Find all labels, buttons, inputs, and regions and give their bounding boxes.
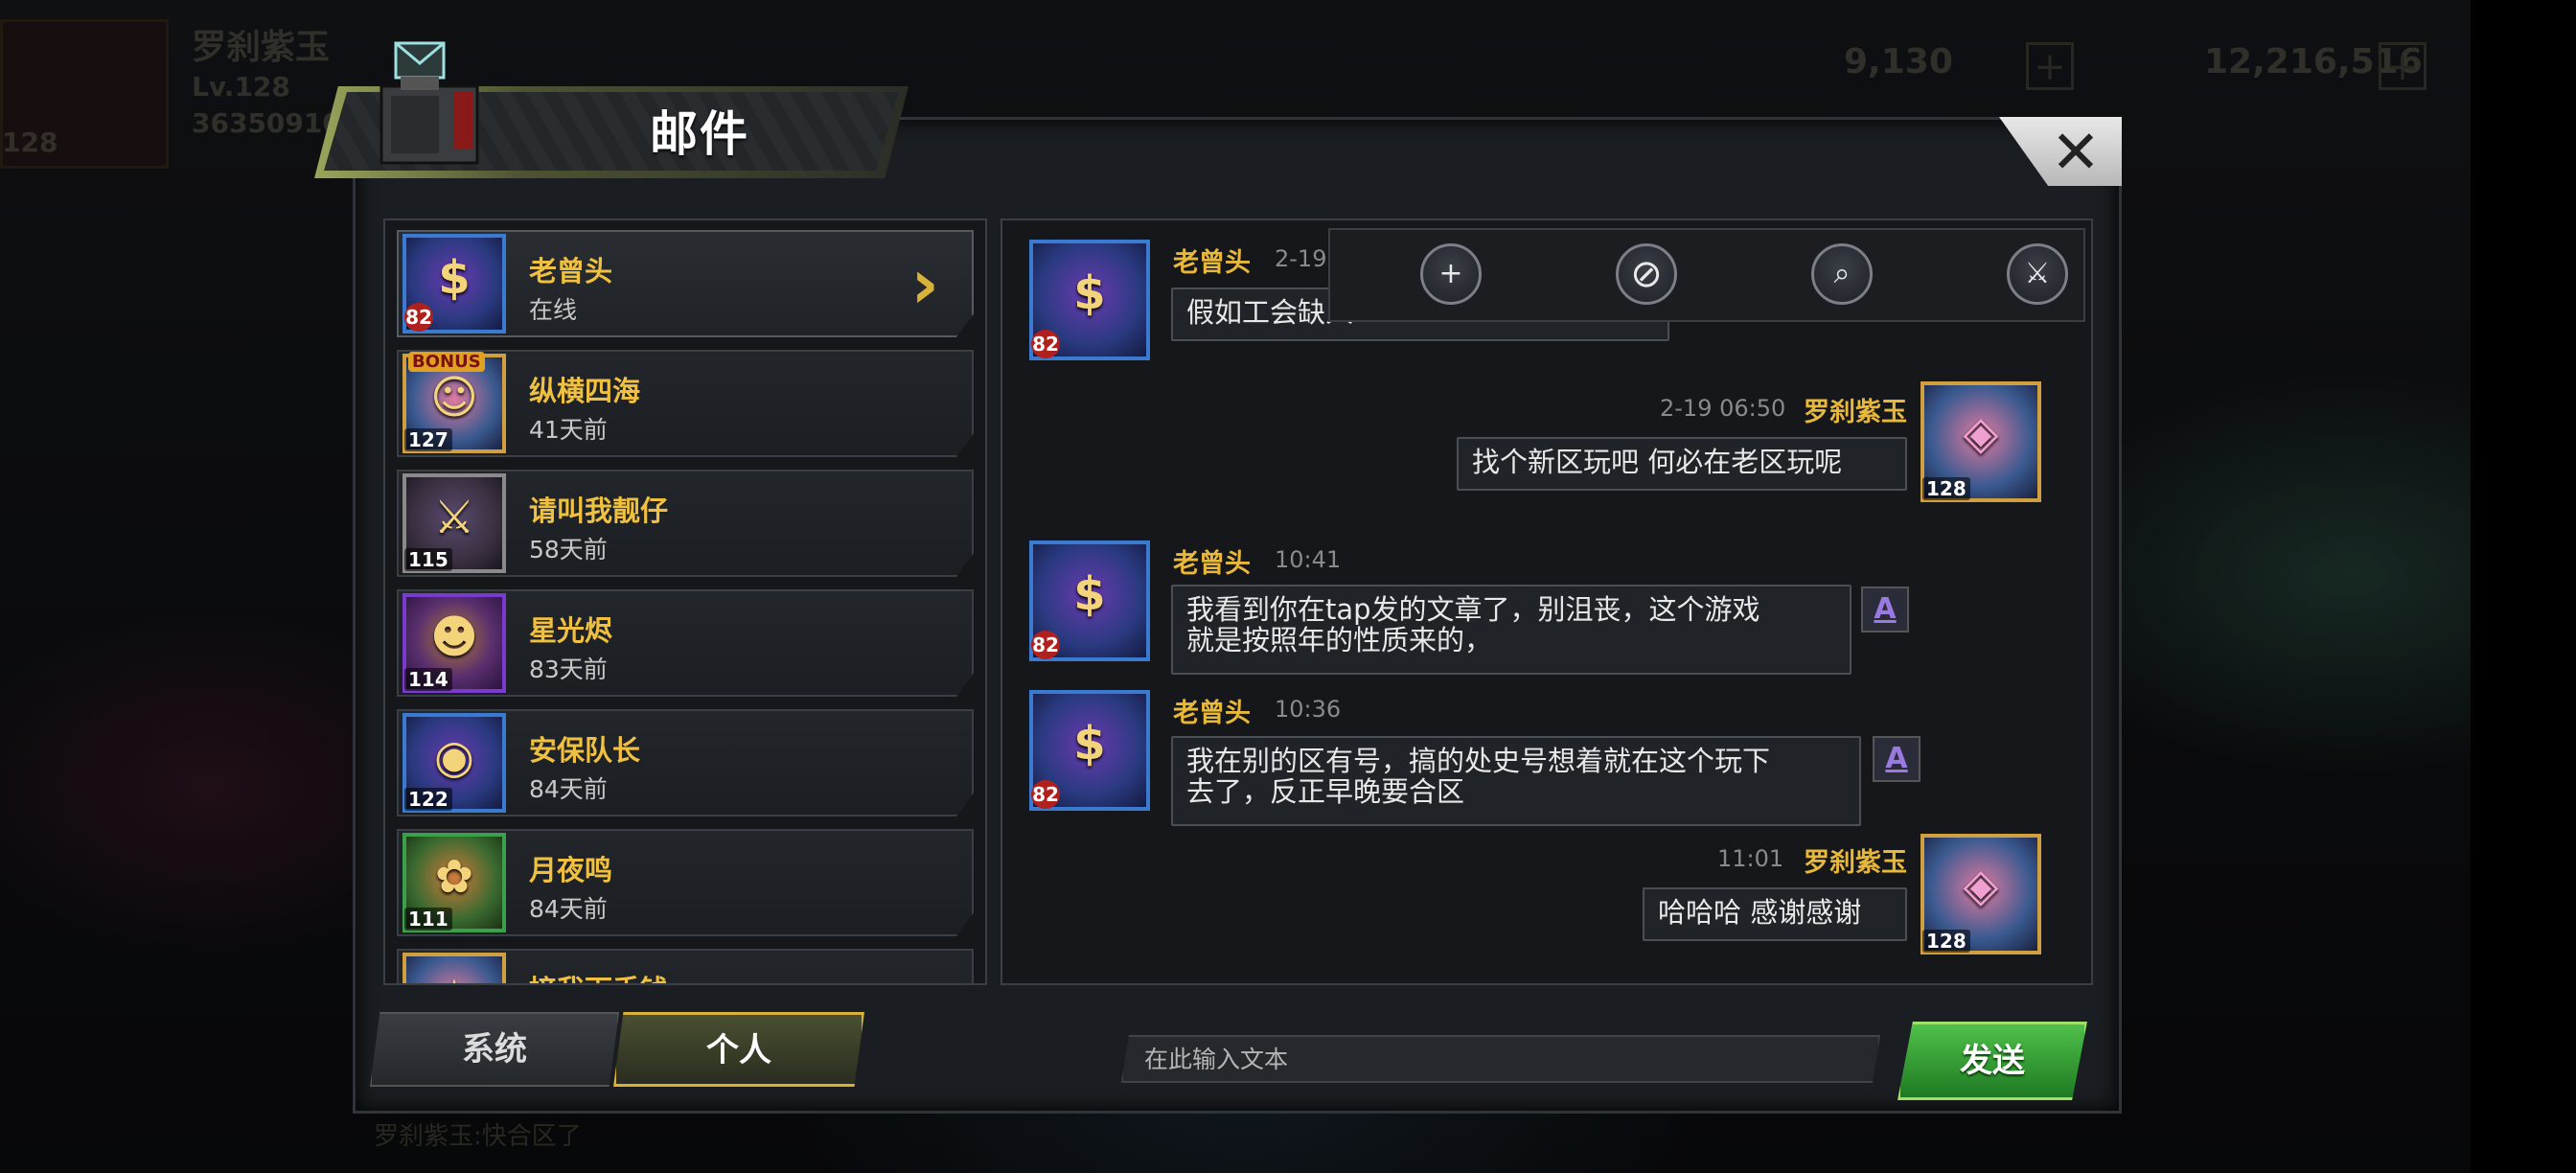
level-badge: 128 [1922,477,1970,500]
contact-item-2[interactable]: ⚔ 115 请叫我靓仔 58天前 [397,470,974,577]
bonus-tag: BONUS [408,352,485,372]
message-time: 10:36 [1275,696,1342,723]
contact-avatar: ✿ 111 [402,833,506,932]
contact-avatar: ◉ 122 [402,713,506,813]
contact-item-0[interactable]: $ 82 老曾头 在线 › [397,230,974,337]
money-bag-icon: $ [1073,717,1106,770]
tab-system[interactable]: 系统 [370,1012,619,1087]
level-badge: 82 [1031,631,1060,659]
message-time: 2-19 [1275,245,1327,272]
contact-status: 在线 [529,296,578,324]
message-line: 去了，反正早晚要合区 [1186,775,1465,808]
sender-name: 老曾头 [1173,549,1251,579]
money-bag-icon: $ [1073,567,1106,621]
creature-icon: ✿ [434,850,474,904]
message-time: 2-19 06:50 [1660,395,1786,422]
star-icon: ★ [402,970,506,983]
translate-button[interactable]: A [1861,586,1909,632]
money-bag-icon: $ [1073,266,1106,320]
sender-name: 老曾头 [1173,699,1251,728]
contact-item-6[interactable]: ★ 接我下手钱 [397,949,974,983]
sender-avatar[interactable]: $ 82 [1029,240,1150,360]
message-time: 10:41 [1275,546,1342,573]
sender-name: 罗刹紫玉 [1804,398,1907,427]
contact-item-4[interactable]: ◉ 122 安保队长 84天前 [397,709,974,816]
contact-name: 接我下手钱 [529,968,668,983]
dialog-title: 邮件 [650,106,749,162]
contact-list[interactable]: $ 82 老曾头 在线 › BONUS ☺ 127 纵横四海 41天前 ⚔ 11… [383,218,987,985]
contact-status: 84天前 [529,895,608,923]
message-line: 就是按照年的性质来的， [1186,624,1493,656]
monster-icon: ☻ [429,610,479,664]
sender-name: 罗刹紫玉 [1804,848,1907,878]
sender-avatar[interactable]: $ 82 [1029,690,1150,811]
sender-name: 老曾头 [1173,248,1251,278]
tab-personal[interactable]: 个人 [613,1012,864,1087]
contact-avatar: ☻ 114 [402,593,506,693]
contact-item-1[interactable]: BONUS ☺ 127 纵横四海 41天前 [397,350,974,457]
message-input[interactable] [1121,1035,1880,1083]
message-bubble[interactable]: 哈哈哈 感谢感谢 [1643,887,1907,941]
contact-item-3[interactable]: ☻ 114 星光烬 83天前 [397,589,974,697]
level-badge: 82 [404,303,433,332]
contact-status: 58天前 [529,536,608,564]
search-icon[interactable]: ⌕ [1811,243,1873,305]
translate-button[interactable]: A [1873,736,1920,782]
contact-avatar: ★ [402,953,506,983]
level-badge: 115 [404,548,452,571]
message-line: 我看到你在tap发的文章了，别沮丧，这个游戏 [1186,593,1760,626]
sender-avatar[interactable]: $ 82 [1029,540,1150,661]
contact-name: 请叫我靓仔 [529,494,669,527]
sword-icon[interactable]: ⚔ [2007,243,2068,305]
level-badge: 82 [1031,780,1060,809]
contact-name: 安保队长 [529,734,641,767]
robot-icon: ◉ [434,730,474,784]
self-avatar[interactable]: ◈ 128 [1920,834,2041,954]
contact-avatar: ⚔ 115 [402,473,506,573]
chat-panel[interactable]: $ 82 老曾头 2-19 假如工会缺人… 2-19 06:50 罗刹紫玉 ◈ … [1000,218,2093,985]
message-time: 11:01 [1717,845,1784,872]
contact-name: 星光烬 [529,614,613,647]
contact-avatar: BONUS ☺ 127 [402,352,506,453]
contact-status: 83天前 [529,656,608,683]
contact-status: 41天前 [529,416,608,444]
contact-name: 月夜鸣 [529,854,613,886]
message-bubble[interactable]: 我在别的区有号，搞的处史号想着就在这个玩下 去了，反正早晚要合区 [1171,736,1861,826]
self-avatar[interactable]: ◈ 128 [1920,381,2041,502]
contact-status: 84天前 [529,775,608,803]
mailbox-icon [380,41,479,165]
contact-item-5[interactable]: ✿ 111 月夜鸣 84天前 [397,829,974,936]
contact-name: 纵横四海 [529,375,641,407]
message-line: 我在别的区有号，搞的处史号想着就在这个玩下 [1186,745,1771,777]
block-icon[interactable]: ⊘ [1616,243,1677,305]
level-badge: 111 [404,908,452,931]
level-badge: 82 [1031,330,1060,358]
contact-avatar: $ 82 [402,234,506,334]
contact-name: 老曾头 [529,255,613,288]
level-badge: 122 [404,788,452,811]
contact-action-bar: + ⊘ ⌕ ⚔ [1328,228,2085,322]
send-button[interactable]: 发送 [1898,1022,2087,1100]
add-friend-icon[interactable]: + [1420,243,1482,305]
message-bubble[interactable]: 找个新区玩吧 何必在老区玩呢 [1457,437,1907,491]
level-badge: 127 [404,428,452,451]
money-bag-icon: $ [438,251,471,305]
message-bubble[interactable]: 我看到你在tap发的文章了，别沮丧，这个游戏 就是按照年的性质来的， [1171,585,1852,675]
blade-icon: ⚔ [433,491,475,544]
character-icon: ☺ [429,371,479,425]
skull-mask-icon: ◈ [1963,406,1999,460]
level-badge: 128 [1922,930,1970,953]
skull-mask-icon: ◈ [1963,859,1999,912]
chevron-right-icon: › [910,243,939,324]
level-badge: 114 [404,668,452,691]
